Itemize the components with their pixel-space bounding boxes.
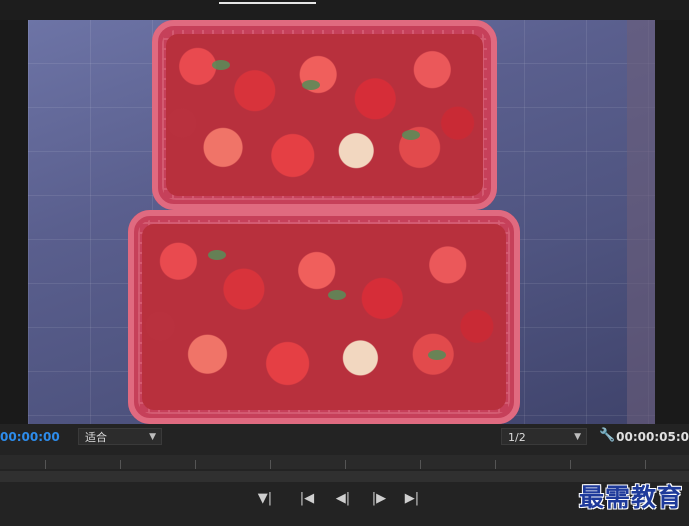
strawberry-basket-bottom (128, 210, 520, 424)
mark-in-icon[interactable]: |◀ (298, 490, 316, 508)
monitor-controls: 00:00:00 适合 ▼ 1/2 ▼ 🔧 00:00:05:0 ▼​| |◀ … (0, 424, 689, 526)
railing-post (627, 20, 655, 424)
watermark-logo: 最需教育 (578, 483, 683, 512)
playhead-timecode[interactable]: 00:00:00 (0, 430, 60, 444)
strawberry-basket-top (152, 20, 497, 210)
program-monitor (0, 20, 689, 424)
chevron-down-icon: ▼ (149, 432, 156, 442)
step-back-icon[interactable]: ◀| (334, 490, 352, 508)
duration-timecode: 00:00:05:0 (616, 430, 689, 444)
resolution-value: 1/2 (508, 431, 526, 444)
active-tab-indicator[interactable] (219, 2, 316, 4)
mark-out-icon[interactable]: ▶| (403, 490, 421, 508)
zoom-fit-select[interactable]: 适合 ▼ (78, 428, 162, 445)
panel-tab-bar (0, 0, 689, 20)
wrench-icon[interactable]: 🔧 (599, 428, 615, 444)
zoom-fit-value: 适合 (85, 431, 107, 444)
step-forward-icon[interactable]: |▶ (370, 490, 388, 508)
playback-resolution-select[interactable]: 1/2 ▼ (501, 428, 587, 445)
chevron-down-icon: ▼ (574, 432, 581, 442)
add-marker-icon[interactable]: ▼​| (253, 490, 277, 508)
time-ruler[interactable] (0, 455, 689, 469)
video-frame (28, 20, 655, 424)
